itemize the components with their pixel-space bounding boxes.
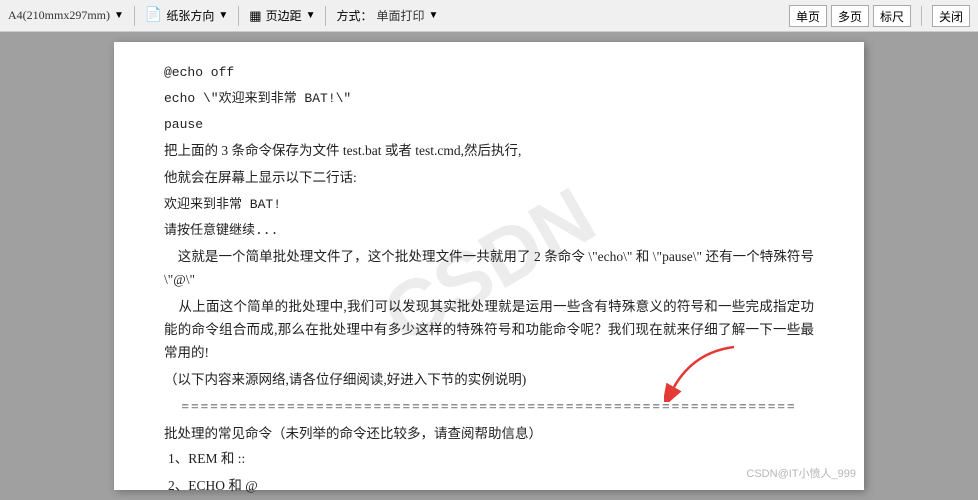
list-item-1: 1、REM 和 :: bbox=[164, 448, 814, 471]
page-area: CSDN @echo off echo \"欢迎来到非常 BAT!\" paus… bbox=[0, 32, 978, 500]
divider-4 bbox=[921, 6, 922, 26]
multi-page-button[interactable]: 多页 bbox=[831, 5, 869, 27]
method-arrow: ▼ bbox=[429, 10, 439, 21]
list-item-2: 2、ECHO 和 @ bbox=[164, 475, 814, 498]
doc-content: @echo off echo \"欢迎来到非常 BAT!\" pause 把上面… bbox=[164, 62, 814, 500]
close-button[interactable]: 关闭 bbox=[932, 5, 970, 27]
divider-2 bbox=[238, 6, 239, 26]
line-echo-welcome: echo \"欢迎来到非常 BAT!\" bbox=[164, 88, 814, 110]
method-label: 方式： bbox=[336, 7, 372, 24]
margin-group: ▦ 页边距 ▼ bbox=[249, 7, 315, 24]
margin-label: 页边距 bbox=[266, 7, 302, 24]
page-size-label: A4(210mmx297mm) bbox=[8, 8, 110, 23]
single-page-button[interactable]: 单页 bbox=[789, 5, 827, 27]
method-group: 方式： 单面打印 ▼ bbox=[336, 7, 438, 24]
line-press-key: 请按任意键继续... bbox=[164, 220, 814, 242]
page-size-arrow: ▼ bbox=[114, 10, 124, 21]
line-save-desc: 把上面的 3 条命令保存为文件 test.bat 或者 test.cmd,然后执… bbox=[164, 140, 814, 163]
paper-direction-arrow: ▼ bbox=[218, 10, 228, 21]
line-display-desc: 他就会在屏幕上显示以下二行话: bbox=[164, 167, 814, 190]
line-pause-1: pause bbox=[164, 114, 814, 136]
line-welcome-output: 欢迎来到非常 BAT! bbox=[164, 194, 814, 216]
paper-icon: 📄 bbox=[145, 7, 162, 24]
document-page: CSDN @echo off echo \"欢迎来到非常 BAT!\" paus… bbox=[114, 42, 864, 490]
margin-arrow: ▼ bbox=[306, 10, 316, 21]
line-echo-off: @echo off bbox=[164, 62, 814, 84]
divider-1 bbox=[134, 6, 135, 26]
ruler-button[interactable]: 标尺 bbox=[873, 5, 911, 27]
page-size-group: A4(210mmx297mm) ▼ bbox=[8, 8, 124, 23]
arrow-annotation bbox=[664, 342, 744, 410]
line-desc-1: 这就是一个简单批处理文件了，这个批处理文件一共就用了 2 条命令 \"echo\… bbox=[164, 246, 814, 292]
print-method-value: 单面打印 bbox=[377, 7, 425, 24]
margin-icon: ▦ bbox=[249, 8, 261, 24]
view-options-group: 单页 多页 标尺 bbox=[789, 5, 911, 27]
top-toolbar: A4(210mmx297mm) ▼ 📄 纸张方向 ▼ ▦ 页边距 ▼ 方式： 单… bbox=[0, 0, 978, 32]
paper-direction-label: 纸张方向 bbox=[166, 7, 214, 24]
divider-3 bbox=[325, 6, 326, 26]
bottom-watermark: CSDN@IT小愤人_999 bbox=[746, 465, 856, 484]
paper-direction-group: 📄 纸张方向 ▼ bbox=[145, 7, 228, 24]
section-title-commands: 批处理的常见命令（未列举的命令还比较多，请查阅帮助信息） bbox=[164, 423, 814, 446]
